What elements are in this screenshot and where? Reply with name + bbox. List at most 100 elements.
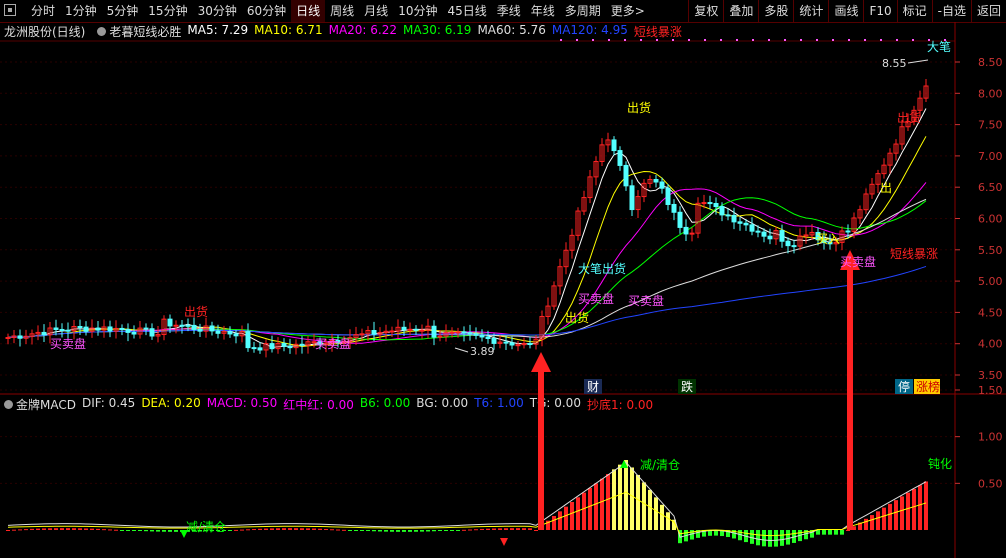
macd-bar (882, 507, 886, 530)
price-tick-label: 6.00 (978, 213, 1003, 226)
macd-bar (6, 530, 10, 531)
candle-body (677, 211, 683, 228)
candle-body (167, 318, 173, 327)
macd-grid (0, 389, 955, 484)
macd-bar (156, 530, 160, 532)
macd-bar (354, 530, 358, 531)
signal-dot (656, 39, 658, 41)
candle-body (359, 333, 365, 336)
macd-bar (786, 530, 790, 545)
signal-dot (576, 39, 578, 41)
macd-bar (582, 492, 586, 530)
ma-line (7, 197, 927, 341)
signal-dot (768, 39, 770, 41)
price-tick-label: 3.50 (978, 369, 1003, 382)
low-leader-line (454, 347, 469, 353)
macd-bar (600, 478, 604, 530)
candle-body (509, 342, 515, 346)
die-badge[interactable]: 跌 (681, 379, 693, 394)
price-tick-label: 7.00 (978, 150, 1003, 163)
cai-badge[interactable]: 财 (587, 380, 599, 394)
macd-bar (624, 460, 628, 530)
macd-bar (294, 528, 298, 530)
candle-body (467, 332, 473, 335)
kline-chart[interactable]: 8.50 8.00 7.50 7.00 6.50 6.00 5.50 5.00 4.50 4.00… (0, 0, 1006, 558)
candle-body (659, 181, 665, 189)
candle-body (401, 326, 407, 331)
price-tick-label: 5.50 (978, 244, 1003, 257)
macd-bar (654, 497, 658, 530)
macd-bar (342, 529, 346, 531)
candle-body (209, 325, 215, 332)
macd-bar (330, 529, 334, 531)
macd-bar (642, 482, 646, 530)
candle-body (83, 326, 89, 332)
macd-bar (846, 530, 850, 531)
zhangbang-badge[interactable]: 涨榜 (916, 379, 940, 394)
candle-body (617, 150, 623, 166)
macd-bar (576, 497, 580, 530)
candle-body (653, 179, 659, 183)
macd-bar (666, 512, 670, 530)
candle-body (515, 344, 521, 347)
signal-dot (640, 39, 642, 41)
macd-reduce-clear: 减/清仓 (640, 458, 680, 472)
sell-signal-2: 出货 (184, 304, 208, 319)
macd-bar (168, 530, 172, 532)
macd-axis: 1.50 1.00 0.50 (955, 384, 1003, 490)
macd-bar (618, 464, 622, 530)
candle-body (251, 347, 257, 350)
macd-bar (438, 530, 442, 532)
macd-bar (900, 496, 904, 530)
macd-bar (876, 511, 880, 530)
candle-body (491, 337, 497, 344)
macd-bar (918, 485, 922, 530)
macd-bar (60, 528, 64, 530)
macd-bar (360, 530, 364, 531)
candle-body (299, 343, 305, 346)
macd-bar (336, 529, 340, 531)
macd-bar (528, 528, 532, 530)
macd-red-marker (500, 538, 508, 546)
candle-body (455, 331, 461, 334)
macd-bar (300, 528, 304, 530)
macd-bar (630, 467, 634, 530)
price-tick-label: 5.00 (978, 275, 1003, 288)
low-price-label: 3.89 (470, 345, 495, 358)
macd-bar (384, 530, 388, 532)
macd-bar (84, 528, 88, 530)
candle-body (281, 343, 287, 347)
signal-dot (848, 39, 850, 41)
macd-bar (534, 530, 538, 531)
macd-bar (594, 483, 598, 530)
macd-bar (252, 529, 256, 531)
macd-bar (138, 530, 142, 531)
macd-bar (444, 530, 448, 531)
macd-bar (660, 504, 664, 530)
candle-body (761, 231, 767, 237)
macd-bar (612, 469, 616, 530)
candle-body (701, 202, 707, 205)
macd-bar (402, 530, 406, 532)
macd-bar (174, 530, 178, 532)
signal-dot (784, 39, 786, 41)
macd-bar (408, 530, 412, 532)
ting-badge[interactable]: 停 (898, 379, 910, 394)
macd-bar (774, 530, 778, 547)
macd-bar (306, 528, 310, 530)
macd-bar (36, 528, 40, 530)
signal-dot (752, 39, 754, 41)
signal-dot (560, 39, 562, 41)
buy-in-signal: 买入 (816, 232, 840, 246)
candle-body (527, 343, 533, 346)
candle-body (17, 335, 23, 339)
macd-bar (324, 528, 328, 530)
macd-bar (162, 530, 166, 532)
candle-body (689, 232, 695, 235)
macd-bar (72, 528, 76, 530)
candle-body (143, 327, 149, 330)
candle-body (485, 336, 491, 339)
signal-dot (608, 39, 610, 41)
macd-bar (120, 530, 124, 531)
macd-bar (258, 528, 262, 530)
